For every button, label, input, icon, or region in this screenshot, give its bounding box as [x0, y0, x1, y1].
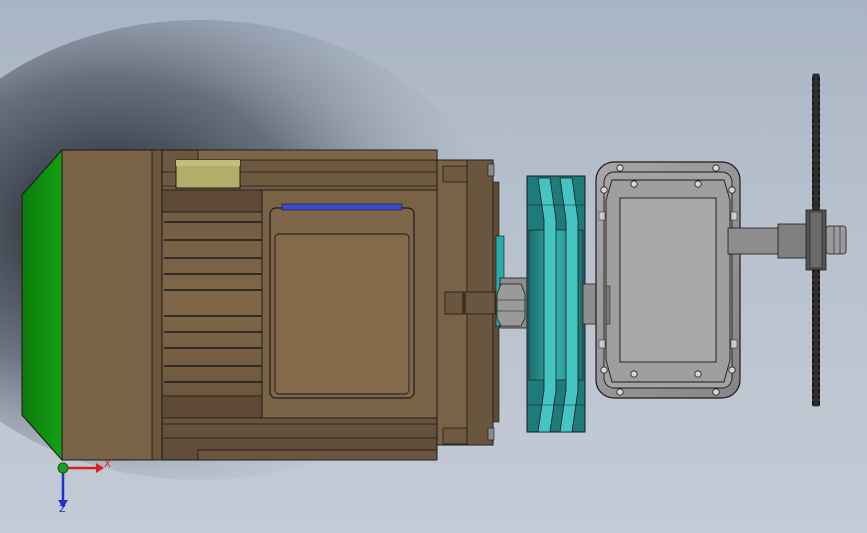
- fan-cover[interactable]: [21, 148, 63, 462]
- x-axis-label: X: [104, 459, 111, 470]
- bolt-head: [728, 186, 736, 194]
- bolt-head: [728, 366, 736, 374]
- bolt-head: [694, 180, 702, 188]
- y-axis-dot: [57, 462, 69, 474]
- bolt-head: [616, 164, 624, 172]
- bolt-head: [600, 366, 608, 374]
- bolt-head: [630, 180, 638, 188]
- bolt-head: [616, 388, 624, 396]
- v-belt-pulley[interactable]: [526, 175, 586, 433]
- bolt-head: [600, 186, 608, 194]
- junction-plate[interactable]: [269, 203, 415, 399]
- coordinate-triad: [57, 462, 104, 508]
- motor-shaft[interactable]: [496, 277, 531, 329]
- saw-blade[interactable]: [805, 73, 827, 407]
- motor-assembly-model[interactable]: [0, 0, 867, 533]
- gearbox-housing[interactable]: [595, 161, 741, 399]
- cad-viewport[interactable]: X Z: [0, 0, 867, 533]
- bolt-head: [712, 164, 720, 172]
- bolt-head: [630, 370, 638, 378]
- motor-front-flange[interactable]: [436, 159, 500, 446]
- bolt-head: [712, 388, 720, 396]
- output-shaft[interactable]: [727, 223, 847, 259]
- bolt-head: [694, 370, 702, 378]
- terminal-box[interactable]: [175, 159, 241, 189]
- motor-rear-endcap[interactable]: [61, 149, 163, 461]
- z-axis-label: Z: [59, 504, 66, 515]
